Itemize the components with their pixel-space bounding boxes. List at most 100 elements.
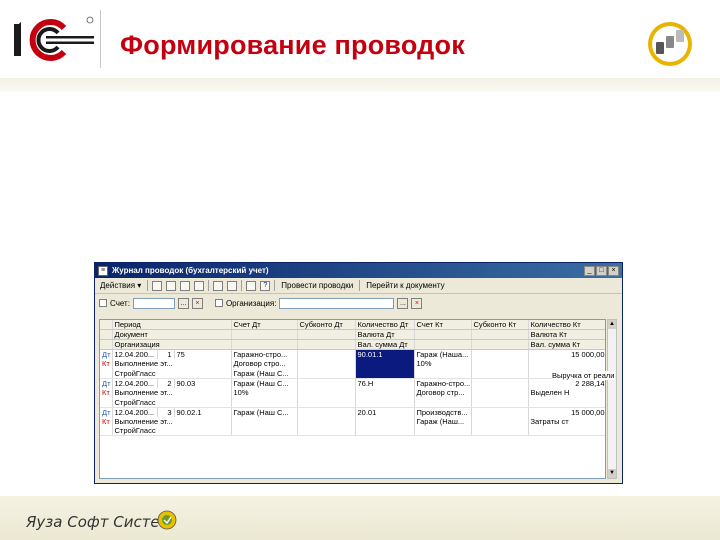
account-clear-button[interactable]: × [191,297,203,309]
table-row[interactable]: СтройГласс Гараж (Наш С... [100,368,605,379]
grid-cell[interactable]: Гаражно-стро... [414,378,472,388]
grid-cell[interactable]: Выполнение эт... [112,416,232,427]
table-row[interactable]: Кт Выполнение эт... Гараж (Наш... Затраты с… [100,416,605,427]
grid-cell[interactable]: 12.04.200... [112,349,158,360]
grid-header-cell[interactable] [471,329,529,341]
grid-cell[interactable]: Гараж (Наша... [414,349,472,360]
table-row[interactable]: Дт 12.04.200... 3 90.02.1 Гараж (Наш С... 20.… [100,407,605,417]
grid-cell[interactable] [355,368,415,379]
table-row[interactable]: СтройГласс [100,426,605,437]
grid-cell[interactable] [528,426,605,437]
grid-cell[interactable]: 76.Н [355,378,415,388]
grid-cell[interactable] [471,387,529,398]
account-filter-checkbox[interactable] [99,299,107,307]
account-pick-button[interactable]: ... [177,297,189,309]
grid-cell[interactable] [297,387,356,398]
grid-cell[interactable] [297,416,356,427]
grid-header-cell[interactable] [297,329,356,341]
table-row[interactable]: Кт Выполнение эт... 10% Договор стр... Выдел… [100,387,605,398]
scroll-up-arrow[interactable]: ▲ [608,320,616,329]
grid-cell[interactable]: 10% [414,359,472,369]
delete-icon[interactable] [194,280,205,291]
grid-cell[interactable]: Гараж (Наш С... [231,378,298,388]
add-icon[interactable] [152,280,163,291]
grid-header-cell[interactable] [297,339,356,351]
org-filter-checkbox[interactable] [214,299,223,307]
grid-cell[interactable]: 12.04.200... [112,378,158,388]
actions-menu-button[interactable]: Действия ▾ [98,281,143,290]
grid-header-cell[interactable] [414,339,472,351]
grid-cell[interactable] [471,359,529,369]
table-row[interactable]: СтройГласс [100,397,605,408]
grid-header-cell[interactable]: Валюта Кт [528,329,605,341]
help-icon[interactable]: ? [260,280,271,291]
grid-header-cell[interactable]: Организация [112,339,232,351]
post-entries-button[interactable]: Провести проводки [279,281,355,290]
grid-cell[interactable]: 90.03 [174,378,232,388]
grid-cell[interactable] [528,359,605,369]
grid-cell[interactable]: 1 [157,349,175,360]
grid-cell[interactable]: 90.01.1 [355,349,415,360]
grid-cell[interactable] [297,426,356,437]
grid-cell[interactable]: 15 000,00 [528,407,605,417]
org-filter-field[interactable] [279,297,395,309]
grid-cell[interactable]: Договор стр... [414,387,472,398]
table-row[interactable]: Дт 12.04.200... 2 90.03 Гараж (Наш С... 76.Н Г… [100,378,605,388]
grid-cell[interactable]: СтройГласс [112,426,232,437]
org-pick-button[interactable]: ... [397,297,409,309]
grid-cell[interactable]: Гараж (Наш С... [231,368,298,379]
grid-cell[interactable]: СтройГласс [112,397,232,408]
grid-header-cell[interactable] [231,339,298,351]
grid-cell[interactable]: Затраты ст [528,416,605,427]
grid-cell[interactable]: Выделен Н [528,387,605,398]
entries-grid[interactable]: Период Счет Дт Субконто Дт Количество Дт Сче… [99,319,606,479]
table-row[interactable]: Дт 12.04.200... 1 75 Гаражно-стро... 90.01.1 Г… [100,349,605,360]
grid-cell[interactable] [231,397,298,408]
maximize-button[interactable]: □ [596,265,607,276]
grid-cell[interactable] [528,397,605,408]
grid-header-cell[interactable]: Счет Дт [231,320,298,331]
grid-header-cell[interactable]: Субконто Дт [297,320,356,331]
grid-cell[interactable] [297,359,356,369]
grid-cell[interactable] [231,426,298,437]
grid-cell[interactable]: Гараж (Наш... [414,416,472,427]
grid-cell[interactable]: 3 [157,407,175,417]
grid-header-cell[interactable]: Вал. сумма Дт [355,339,415,351]
copy-icon[interactable] [166,280,177,291]
grid-cell[interactable] [414,426,472,437]
grid-header-cell[interactable]: Документ [112,329,232,341]
table-row[interactable]: Кт Выполнение эт... Договор стро... 10% [100,359,605,369]
grid-cell[interactable]: Выполнение эт... [112,387,232,398]
grid-cell[interactable]: 90.02.1 [174,407,232,417]
grid-header-cell[interactable] [471,339,529,351]
goto-document-button[interactable]: Перейти к документу [364,281,446,290]
grid-cell[interactable] [297,378,356,388]
grid-cell[interactable]: 2 [157,378,175,388]
grid-header-cell[interactable] [231,329,298,341]
grid-cell[interactable]: Выполнение эт... [112,359,232,369]
edit-icon[interactable] [180,280,191,291]
grid-cell[interactable] [297,368,356,379]
grid-cell[interactable]: Договор стро... [231,359,298,369]
grid-cell[interactable]: Гаражно-стро... [231,349,298,360]
scroll-down-arrow[interactable]: ▼ [608,469,616,478]
grid-cell[interactable]: Гараж (Наш С... [231,407,298,417]
filter-off-icon[interactable] [227,280,238,291]
grid-header-cell[interactable]: Количество Кт [528,320,605,331]
grid-cell[interactable] [297,349,356,360]
grid-cell[interactable] [414,368,472,379]
grid-scrollbar[interactable]: ▲ ▼ [607,319,617,479]
grid-cell[interactable] [471,349,529,360]
grid-header-cell[interactable]: Валюта Дт [355,329,415,341]
grid-cell[interactable] [231,416,298,427]
grid-header-cell[interactable]: Субконто Кт [471,320,529,331]
grid-cell[interactable] [355,359,415,369]
grid-cell[interactable]: Производств... [414,407,472,417]
org-clear-button[interactable]: × [411,297,423,309]
grid-header-cell[interactable]: Вал. сумма Кт [528,339,605,351]
close-button[interactable]: × [608,265,619,276]
grid-cell[interactable] [471,426,529,437]
grid-cell[interactable] [414,397,472,408]
refresh-icon[interactable] [246,280,257,291]
grid-cell[interactable] [471,416,529,427]
